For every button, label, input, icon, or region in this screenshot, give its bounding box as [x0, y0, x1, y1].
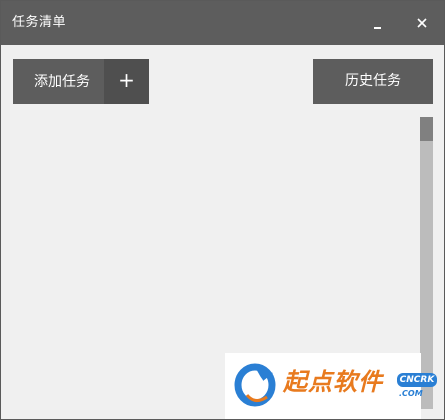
close-icon [417, 18, 427, 28]
close-button[interactable] [407, 8, 437, 38]
history-tasks-button[interactable]: 历史任务 [313, 59, 433, 104]
window-title: 任务清单 [12, 15, 67, 30]
scrollbar-thumb[interactable] [420, 117, 433, 141]
watermark-domain: .COM [399, 389, 423, 398]
title-bar[interactable]: 任务清单 [1, 1, 444, 45]
add-task-label: 添加任务 [34, 74, 90, 90]
plus-icon[interactable]: + [104, 59, 149, 104]
app-window: 任务清单 添加任务 + 历史任务 起点软件 CNCRK .COM [0, 0, 445, 420]
scrollbar[interactable] [420, 117, 433, 409]
minimize-icon [374, 27, 381, 29]
watermark: 起点软件 CNCRK .COM [225, 353, 437, 419]
watermark-badge: CNCRK [397, 373, 437, 387]
add-task-button[interactable]: 添加任务 + [13, 59, 149, 104]
watermark-logo-icon [234, 363, 276, 407]
minimize-button[interactable] [363, 8, 393, 38]
watermark-text: 起点软件 [283, 368, 383, 396]
